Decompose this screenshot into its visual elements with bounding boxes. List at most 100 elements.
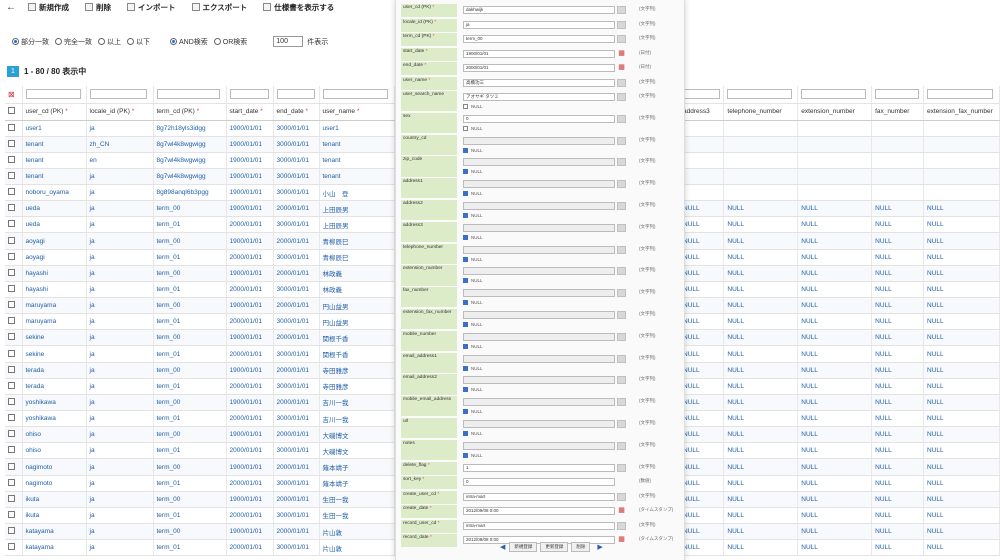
- table-row[interactable]: NULL NULL NULL NULL NULL: [680, 200, 1000, 218]
- table-row[interactable]: NULL NULL NULL NULL NULL: [680, 475, 1000, 492]
- field-input[interactable]: 2012/09/08 0:00: [463, 507, 615, 516]
- table-row[interactable]: NULL NULL NULL NULL NULL: [680, 297, 1000, 315]
- table-row[interactable]: NULL NULL NULL NULL NULL: [680, 329, 1000, 347]
- null-checkbox[interactable]: [463, 300, 468, 306]
- table-cell[interactable]: yoshikawa: [22, 394, 87, 412]
- column-header[interactable]: user_name *: [319, 103, 395, 121]
- table-cell[interactable]: tenant: [22, 136, 87, 153]
- null-checkbox[interactable]: [463, 234, 468, 240]
- table-cell[interactable]: ueda: [22, 200, 87, 218]
- table-cell[interactable]: ohiso: [22, 426, 87, 444]
- table-row[interactable]: ikuta ja term_01 2000/01/01 3000/01/01 生田一我: [5, 507, 395, 525]
- field-input[interactable]: [463, 441, 615, 450]
- calendar-icon[interactable]: ▦: [617, 64, 626, 72]
- table-row[interactable]: noboru_oyama ja 8g898anql6b3pgg 1900/01/01 3…: [5, 184, 395, 202]
- row-checkbox[interactable]: [8, 381, 15, 389]
- table-cell[interactable]: aoyagi: [22, 232, 87, 250]
- table-row[interactable]: [680, 168, 1000, 186]
- table-cell[interactable]: nagimoto: [22, 458, 87, 476]
- row-checkbox[interactable]: [8, 510, 15, 518]
- toolbar-button-2[interactable]: インポート: [127, 2, 176, 13]
- null-checkbox-row[interactable]: NULL: [463, 234, 483, 240]
- table-row[interactable]: ueda ja term_00 1900/01/01 2000/01/01 上田辰男: [5, 200, 395, 218]
- table-cell[interactable]: hayashi: [22, 281, 87, 299]
- null-checkbox-row[interactable]: NULL: [463, 343, 483, 349]
- update-button[interactable]: 更新登録: [540, 542, 569, 552]
- match-gte-radio[interactable]: [98, 38, 105, 45]
- table-row[interactable]: ueda ja term_01 2000/01/01 3000/01/01 上田辰男: [5, 216, 395, 234]
- column-filter-input[interactable]: [683, 89, 721, 100]
- row-checkbox[interactable]: [8, 462, 15, 470]
- field-input[interactable]: アオヤギ タツミ: [463, 93, 615, 101]
- lookup-button-icon[interactable]: [617, 35, 626, 43]
- table-cell[interactable]: hayashi: [22, 265, 87, 282]
- null-checkbox[interactable]: [463, 387, 468, 393]
- calendar-icon[interactable]: ▦: [617, 50, 626, 58]
- table-row[interactable]: NULL NULL NULL NULL NULL: [680, 442, 1000, 460]
- null-checkbox[interactable]: [463, 278, 468, 284]
- row-checkbox[interactable]: [8, 204, 15, 212]
- row-checkbox[interactable]: [8, 139, 15, 147]
- row-checkbox[interactable]: [8, 220, 15, 228]
- table-cell[interactable]: tenant: [22, 152, 87, 169]
- row-checkbox[interactable]: [8, 446, 15, 454]
- row-checkbox[interactable]: [8, 349, 15, 357]
- table-row[interactable]: yoshikawa ja term_00 1900/01/01 2000/01/01 吉川…: [5, 394, 395, 412]
- table-row[interactable]: [680, 136, 1000, 153]
- table-row[interactable]: hayashi ja term_00 1900/01/01 2000/01/01 林政義: [5, 265, 395, 282]
- column-header[interactable]: extension_number: [797, 103, 873, 121]
- match-exact-radio[interactable]: [55, 38, 62, 45]
- null-checkbox[interactable]: [463, 409, 468, 415]
- null-checkbox-row[interactable]: NULL: [463, 322, 483, 327]
- row-checkbox[interactable]: [8, 301, 15, 309]
- table-cell[interactable]: katayama: [22, 523, 87, 541]
- table-row[interactable]: yoshikawa ja term_01 2000/01/01 3000/01/01 吉川…: [5, 410, 395, 428]
- column-header[interactable]: start_date *: [226, 103, 274, 121]
- row-checkbox[interactable]: [8, 478, 15, 486]
- or-search-radio[interactable]: [213, 38, 221, 45]
- field-input[interactable]: [463, 376, 615, 385]
- table-row[interactable]: NULL NULL NULL NULL NULL: [680, 313, 1000, 331]
- lookup-button-icon[interactable]: [617, 245, 626, 254]
- field-input[interactable]: [463, 158, 615, 167]
- table-row[interactable]: sekine ja term_01 2000/01/01 3000/01/01 関根千香: [5, 345, 395, 363]
- null-checkbox-row[interactable]: NULL: [463, 431, 483, 436]
- table-cell[interactable]: terada: [22, 378, 87, 395]
- column-filter-input[interactable]: [322, 89, 388, 100]
- null-checkbox-row[interactable]: NULL: [463, 365, 483, 371]
- field-input[interactable]: [463, 332, 615, 341]
- null-checkbox[interactable]: [463, 169, 468, 175]
- table-row[interactable]: [680, 184, 1000, 202]
- table-row[interactable]: katayama ja term_01 2000/01/01 3000/01/01 片山敦: [5, 539, 395, 557]
- null-checkbox[interactable]: [463, 431, 468, 436]
- column-filter-input[interactable]: [25, 89, 81, 100]
- table-row[interactable]: NULL NULL NULL NULL NULL: [680, 507, 1000, 525]
- lookup-button-icon[interactable]: [617, 267, 626, 276]
- lookup-button-icon[interactable]: [617, 311, 626, 319]
- table-row[interactable]: NULL NULL NULL NULL NULL: [680, 281, 1000, 299]
- null-checkbox[interactable]: [463, 343, 468, 349]
- back-arrow-icon[interactable]: ←: [6, 2, 16, 13]
- row-checkbox[interactable]: [8, 527, 15, 535]
- table-row[interactable]: hayashi ja term_01 2000/01/01 3000/01/01 林政義: [5, 281, 395, 299]
- lookup-button-icon[interactable]: [617, 202, 626, 210]
- calendar-icon[interactable]: ▦: [617, 536, 626, 544]
- table-row[interactable]: NULL NULL NULL NULL NULL: [680, 410, 1000, 428]
- null-checkbox-row[interactable]: NULL: [463, 169, 483, 175]
- row-checkbox[interactable]: [8, 494, 15, 502]
- table-row[interactable]: ikuta ja term_00 1900/01/01 2000/01/01 生田一我: [5, 491, 395, 508]
- column-header[interactable]: term_cd (PK) *: [153, 103, 227, 121]
- table-row[interactable]: maruyama ja term_01 2000/01/01 3000/01/01 円山益…: [5, 313, 395, 331]
- column-header[interactable]: extension_fax_number: [923, 103, 1000, 121]
- table-row[interactable]: user1 ja 8g72h18yls3idgg 1900/01/01 3000/01/…: [5, 120, 395, 137]
- lookup-button-icon[interactable]: [617, 289, 626, 298]
- null-checkbox[interactable]: [463, 191, 468, 197]
- table-cell[interactable]: sekine: [22, 329, 87, 347]
- null-checkbox[interactable]: [463, 213, 468, 218]
- null-checkbox-row[interactable]: NULL: [463, 452, 483, 458]
- field-input[interactable]: 0: [463, 478, 615, 487]
- field-input[interactable]: [463, 202, 615, 210]
- table-row[interactable]: NULL NULL NULL NULL NULL: [680, 394, 1000, 412]
- table-row[interactable]: terada ja term_01 2000/01/01 3000/01/01 寺田雅彦: [5, 378, 395, 395]
- lookup-button-icon[interactable]: [617, 158, 626, 167]
